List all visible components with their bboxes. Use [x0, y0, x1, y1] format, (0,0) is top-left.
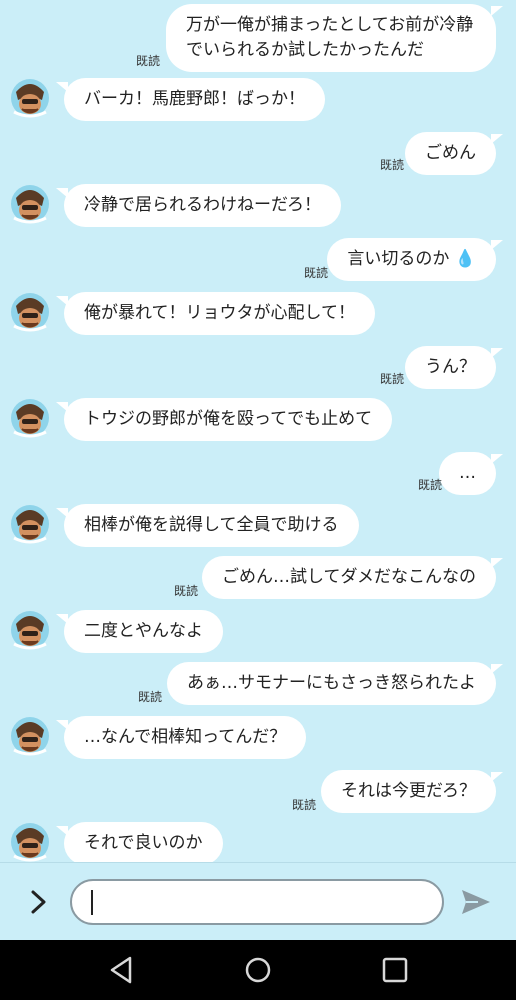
- message-input[interactable]: [70, 879, 444, 925]
- avatar[interactable]: [10, 292, 50, 332]
- text-caret: [91, 890, 93, 915]
- avatar[interactable]: [10, 822, 50, 862]
- message-bubble-received[interactable]: …なんで相棒知ってんだ？: [55, 716, 307, 759]
- avatar[interactable]: [10, 78, 50, 118]
- message-bubble-sent[interactable]: 言い切るのか 💧: [327, 238, 503, 281]
- read-receipt: 既読: [303, 266, 328, 280]
- chevron-right-icon[interactable]: [24, 887, 54, 917]
- read-receipt: 既読: [379, 372, 404, 386]
- message-text: それで良いのか: [84, 833, 203, 853]
- message-bubble-sent[interactable]: あぁ…サモナーにもさっき怒られたよ: [167, 662, 503, 705]
- message-text: トウジの野郎が俺を殴ってでも止めて: [84, 409, 373, 429]
- nav-back-icon[interactable]: [104, 953, 138, 987]
- read-receipt: 既読: [379, 158, 404, 172]
- avatar[interactable]: [10, 504, 50, 544]
- chat-area[interactable]: 万が一俺が捕まったとしてお前が冷静 でいられるか試したかったんだ 既読 バーカ！…: [0, 0, 516, 862]
- message-bubble-sent[interactable]: ごめん…試してダメだなこんなの: [202, 556, 503, 599]
- read-receipt: 既読: [291, 798, 316, 812]
- message-bubble-received[interactable]: バーカ！馬鹿野郎！ばっか！: [56, 78, 325, 121]
- message-text: 冷静で居られるわけねーだろ！: [84, 195, 321, 215]
- message-text: バーカ！馬鹿野郎！ばっか！: [84, 89, 305, 109]
- message-bubble-sent[interactable]: それは今更だろ？: [321, 770, 503, 813]
- read-receipt: 既読: [137, 690, 162, 704]
- message-bubble-received[interactable]: 二度とやんなよ: [56, 610, 223, 653]
- message-text: 俺が暴れて！リョウタが心配して！: [84, 303, 355, 323]
- avatar[interactable]: [10, 398, 50, 438]
- message-input-bar: [0, 862, 516, 941]
- message-text: 二度とやんなよ: [84, 621, 203, 641]
- message-bubble-sent[interactable]: うん？: [405, 346, 503, 389]
- message-text: ごめん: [425, 143, 476, 163]
- message-bubble-received[interactable]: 俺が暴れて！リョウタが心配して！: [56, 292, 375, 335]
- message-bubble-received[interactable]: 相棒が俺を説得して全員で助ける: [56, 504, 359, 547]
- nav-home-icon[interactable]: [241, 953, 275, 987]
- message-text: 万が一俺が捕まったとしてお前が冷静: [186, 15, 474, 35]
- message-text: うん？: [425, 357, 476, 377]
- message-bubble-received[interactable]: それで良いのか: [56, 822, 223, 862]
- avatar[interactable]: [10, 184, 50, 224]
- message-text: 相棒が俺を説得して全員で助ける: [84, 515, 339, 535]
- message-text: …: [459, 463, 476, 483]
- message-text: あぁ…サモナーにもさっき怒られたよ: [187, 673, 476, 693]
- message-bubble-sent[interactable]: ごめん: [405, 132, 503, 175]
- avatar[interactable]: [10, 610, 50, 650]
- message-text: …なんで相棒知ってんだ？: [84, 727, 287, 747]
- message-bubble-received[interactable]: トウジの野郎が俺を殴ってでも止めて: [55, 398, 393, 441]
- message-text: ごめん…試してダメだなこんなの: [222, 567, 476, 587]
- read-receipt: 既読: [417, 478, 442, 492]
- read-receipt: 既読: [135, 54, 160, 68]
- nav-recents-icon[interactable]: [378, 953, 412, 987]
- system-nav-bar: [0, 940, 516, 1000]
- send-icon[interactable]: [460, 887, 492, 917]
- message-text: でいられるか試したかったんだ: [186, 40, 424, 60]
- message-bubble-sent[interactable]: …: [439, 452, 503, 495]
- avatar[interactable]: [10, 716, 50, 756]
- message-bubble-received[interactable]: 冷静で居られるわけねーだろ！: [56, 184, 341, 227]
- message-bubble-sent[interactable]: 万が一俺が捕まったとしてお前が冷静 でいられるか試したかったんだ: [166, 4, 503, 72]
- message-text: それは今更だろ？: [341, 781, 476, 801]
- read-receipt: 既読: [173, 584, 198, 598]
- message-text: 言い切るのか 💧: [347, 249, 476, 269]
